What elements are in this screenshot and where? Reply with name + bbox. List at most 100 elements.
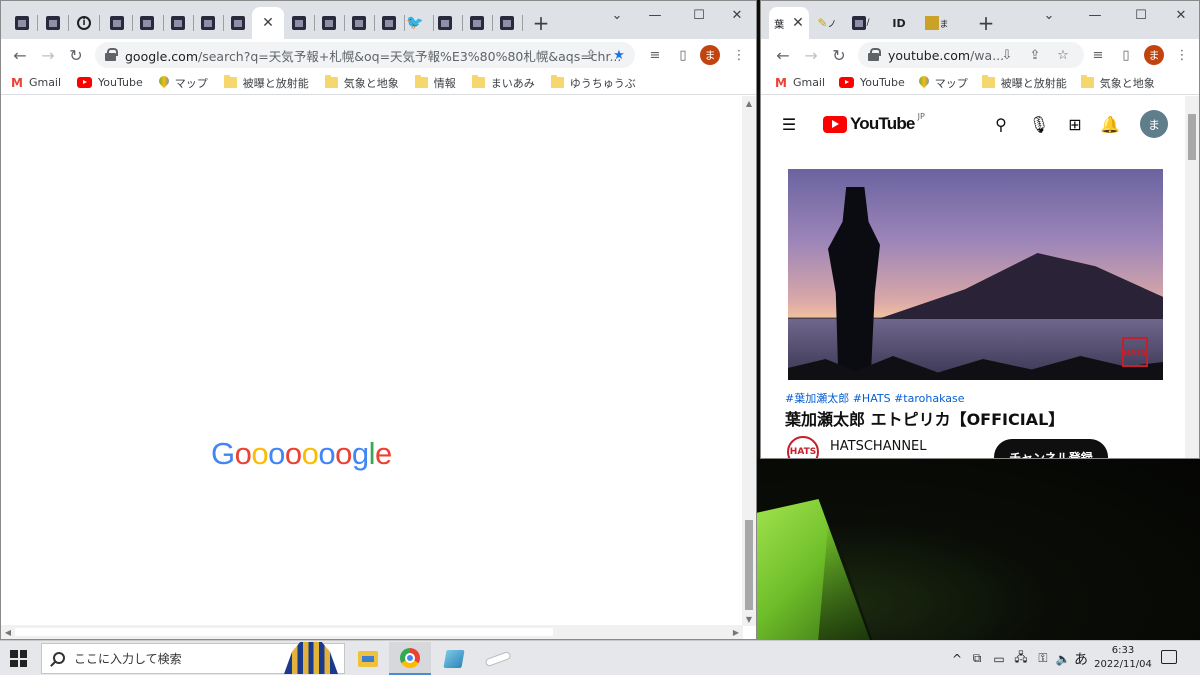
bookmark-gmail[interactable]: M Gmail — [775, 76, 825, 90]
bookmark-folder[interactable]: ゆうちゅうぶ — [550, 75, 636, 91]
tab[interactable] — [132, 7, 162, 39]
close-icon[interactable]: ✕ — [262, 15, 274, 31]
tray-device-icon[interactable]: ▭ — [990, 641, 1008, 675]
reload-button[interactable]: ↻ — [64, 43, 88, 67]
tab[interactable] — [314, 7, 344, 39]
install-app-icon[interactable]: ⇩ — [997, 45, 1017, 65]
tab[interactable]: ま — [921, 7, 953, 39]
new-tab-button[interactable]: + — [528, 10, 554, 36]
taskbar-app[interactable] — [433, 642, 475, 675]
forward-button[interactable]: → — [36, 43, 60, 67]
taskbar-app[interactable] — [477, 642, 519, 675]
video-player-thumbnail[interactable]: HATS — [788, 169, 1163, 380]
bookmark-star-icon[interactable]: ☆ — [1053, 45, 1073, 65]
channel-name[interactable]: HATSCHANNEL — [830, 439, 927, 454]
bookmark-maps[interactable]: マップ — [919, 75, 968, 91]
create-video-icon[interactable]: ⊞ — [1063, 112, 1087, 136]
tab[interactable] — [462, 7, 492, 39]
bookmark-folder[interactable]: 気象と地象 — [1080, 75, 1155, 91]
close-window-button[interactable]: ✕ — [715, 1, 756, 29]
bookmark-folder[interactable]: まいあみ — [471, 75, 535, 91]
bookmark-folder[interactable]: 気象と地象 — [324, 75, 399, 91]
video-hashtags[interactable]: #葉加瀬太郎 #HATS #tarohakase — [785, 390, 964, 406]
show-hidden-icons-chevron-icon[interactable]: ^ — [948, 641, 966, 675]
bookmark-star-icon[interactable]: ★ — [609, 45, 629, 65]
notifications-bell-icon[interactable]: 🔔 — [1098, 112, 1122, 136]
ime-mode-indicator[interactable]: あ — [1072, 641, 1090, 675]
tab[interactable] — [284, 7, 314, 39]
address-bar[interactable]: youtube.com/wa... — [858, 42, 1084, 68]
subscribe-button[interactable]: チャンネル登録 — [994, 439, 1108, 458]
taskbar-chrome[interactable] — [389, 642, 431, 675]
bookmark-youtube[interactable]: YouTube — [839, 76, 905, 89]
tab[interactable] — [492, 7, 522, 39]
channel-avatar[interactable]: HATS — [787, 436, 819, 458]
share-icon[interactable]: ⇪ — [581, 45, 601, 65]
taskbar-file-explorer[interactable] — [347, 642, 389, 675]
share-icon[interactable]: ⇪ — [1025, 45, 1045, 65]
tab[interactable]: ID — [883, 7, 915, 39]
profile-avatar[interactable]: ま — [1144, 45, 1164, 65]
minimize-button[interactable]: — — [633, 1, 677, 29]
bookmark-maps[interactable]: マップ — [159, 75, 208, 91]
tab[interactable] — [430, 7, 460, 39]
windows-start-button[interactable] — [10, 650, 27, 667]
vertical-scrollbar[interactable] — [1185, 96, 1199, 458]
tab-active[interactable]: 葉 ✕ — [769, 7, 809, 39]
vertical-scrollbar[interactable]: ▲ ▼ — [742, 96, 756, 626]
side-panel-icon[interactable]: ▯ — [1116, 45, 1136, 65]
maximize-button[interactable]: ☐ — [1119, 1, 1163, 29]
notification-center-icon[interactable] — [1161, 650, 1177, 664]
back-button[interactable]: ← — [8, 43, 32, 67]
scrollbar-thumb[interactable] — [1188, 114, 1196, 160]
tab[interactable]: ✎ ノ — [813, 7, 841, 39]
tab[interactable] — [102, 7, 132, 39]
search-icon[interactable]: ⚲ — [989, 112, 1013, 136]
reload-button[interactable]: ↻ — [827, 43, 851, 67]
bookmark-folder[interactable]: 情報 — [414, 75, 456, 91]
profile-avatar[interactable]: ま — [700, 45, 720, 65]
tab[interactable] — [38, 7, 68, 39]
side-panel-icon[interactable]: ▯ — [673, 45, 693, 65]
address-bar[interactable]: google.com/search?q=天気予報+札幌&oq=天気予報%E3%8… — [95, 42, 635, 68]
microphone-icon[interactable]: 🎙 — [1027, 112, 1051, 136]
tab[interactable] — [193, 7, 223, 39]
tab[interactable]: 🐦 — [400, 7, 430, 39]
tray-camera-icon[interactable]: ⧉ — [968, 641, 986, 675]
tray-security-icon[interactable]: ⚿ — [1034, 641, 1052, 675]
bookmark-gmail[interactable]: M Gmail — [11, 76, 61, 90]
hamburger-menu-icon[interactable]: ☰ — [777, 112, 801, 136]
tab[interactable]: i — [69, 7, 99, 39]
clock[interactable]: 6:33 2022/11/04 — [1094, 644, 1152, 672]
horizontal-scrollbar[interactable]: ◀ ▶ — [1, 625, 743, 639]
scroll-up-arrow-icon[interactable]: ▲ — [742, 96, 756, 110]
scrollbar-thumb[interactable] — [15, 628, 553, 636]
tray-network-icon[interactable]: 🖧 — [1012, 641, 1030, 675]
media-control-icon[interactable]: ≡ — [1088, 45, 1108, 65]
minimize-button[interactable]: — — [1073, 1, 1117, 29]
tab-active[interactable]: ✕ — [252, 7, 284, 39]
close-window-button[interactable]: ✕ — [1159, 1, 1199, 29]
back-button[interactable]: ← — [771, 43, 795, 67]
scrollbar-thumb[interactable] — [745, 520, 753, 610]
tab[interactable] — [223, 7, 253, 39]
youtube-logo[interactable]: YouTube JP — [823, 112, 925, 134]
tab[interactable] — [344, 7, 374, 39]
menu-kebab-icon[interactable]: ⋮ — [1172, 45, 1192, 65]
tab[interactable] — [163, 7, 193, 39]
tab[interactable]: / — [846, 7, 876, 39]
close-icon[interactable]: ✕ — [792, 15, 804, 31]
bookmark-folder[interactable]: 被曝と放射能 — [981, 75, 1067, 91]
new-tab-button[interactable]: + — [973, 10, 999, 36]
scroll-right-arrow-icon[interactable]: ▶ — [729, 625, 743, 639]
media-control-icon[interactable]: ≡ — [645, 45, 665, 65]
scroll-left-arrow-icon[interactable]: ◀ — [1, 625, 15, 639]
tab[interactable] — [7, 7, 37, 39]
forward-button[interactable]: → — [799, 43, 823, 67]
bookmark-youtube[interactable]: YouTube — [77, 76, 143, 89]
bookmark-folder[interactable]: 被曝と放射能 — [223, 75, 309, 91]
volume-icon[interactable]: 🔈 — [1054, 641, 1072, 675]
tab-search-chevron-icon[interactable]: ⌄ — [1027, 1, 1071, 29]
scroll-down-arrow-icon[interactable]: ▼ — [742, 612, 756, 626]
account-avatar[interactable]: ま — [1140, 110, 1168, 138]
